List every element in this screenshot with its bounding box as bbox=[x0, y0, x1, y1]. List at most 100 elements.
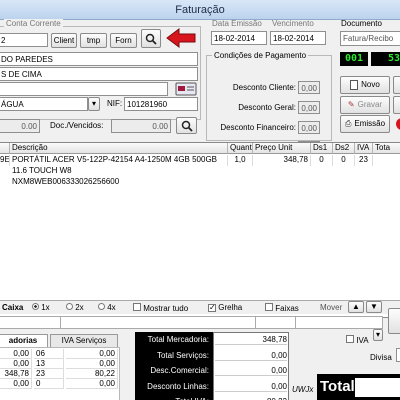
docs-expired-label: Doc./Vencidos: bbox=[50, 121, 104, 130]
zoom-2x-label: 2x bbox=[75, 303, 84, 312]
total-value: 348,78 bbox=[215, 335, 287, 345]
supplier-button[interactable]: Forn bbox=[110, 33, 137, 48]
entry-divider bbox=[60, 316, 61, 329]
radio-icon bbox=[98, 303, 105, 310]
document-series: 001 bbox=[340, 52, 368, 66]
stripes-checkbox[interactable]: Faixas bbox=[265, 303, 299, 313]
vat-cell: 0,00 bbox=[66, 359, 118, 369]
payment-row-label: Desconto Cliente: bbox=[232, 83, 296, 92]
emit-button-label: Emissão bbox=[354, 119, 386, 128]
nif-field[interactable]: 101281960 bbox=[124, 97, 198, 111]
table-cell bbox=[253, 166, 311, 177]
column-header[interactable]: Descrição bbox=[10, 143, 228, 154]
table-cell: 23 bbox=[355, 155, 373, 166]
table-cell bbox=[333, 166, 355, 177]
total-value: 0,00 bbox=[215, 351, 287, 361]
move-up-button[interactable]: ▲ bbox=[348, 301, 364, 313]
title-bar: Faturação bbox=[0, 0, 400, 20]
new-button[interactable]: Novo bbox=[340, 76, 390, 94]
grid-checkbox[interactable]: ✓ Grelha bbox=[208, 303, 242, 312]
show-all-checkbox[interactable]: Mostrar tudo bbox=[133, 303, 188, 313]
grid-label: Grelha bbox=[218, 303, 243, 312]
card-icon[interactable] bbox=[175, 81, 197, 97]
payment-row-value[interactable]: 0,00 bbox=[298, 101, 320, 114]
tmp-button[interactable]: tmp bbox=[80, 33, 107, 48]
column-header[interactable]: IVA bbox=[355, 143, 373, 154]
column-header[interactable]: Preço Unit bbox=[253, 143, 311, 154]
emission-date-field[interactable]: 18-02-2014 bbox=[211, 31, 267, 45]
move-down-button[interactable]: ▼ bbox=[366, 301, 382, 313]
expiry-date-field[interactable]: 18-02-2014 bbox=[270, 31, 326, 45]
emit-button[interactable]: ⎙ Emissão bbox=[340, 115, 390, 133]
total-label: Total Serviços: bbox=[156, 350, 209, 360]
table-cell: NXM8WEB006333026256600 bbox=[12, 177, 120, 186]
column-header[interactable] bbox=[0, 143, 10, 154]
checkbox-icon bbox=[133, 303, 141, 311]
tab-merchandise[interactable]: adorias bbox=[0, 334, 48, 347]
total-label: Total Mercadoria: bbox=[147, 335, 209, 344]
table-cell bbox=[355, 166, 373, 177]
emission-date-label: Data Emissão bbox=[212, 19, 262, 28]
column-header[interactable]: Ds2 bbox=[333, 143, 355, 154]
column-header[interactable]: Tota bbox=[373, 143, 400, 154]
chevron-down-icon[interactable]: ▾ bbox=[373, 329, 383, 341]
line-entry-row[interactable] bbox=[0, 316, 383, 329]
zoom-4x-label: 4x bbox=[107, 303, 116, 312]
client-code-input[interactable]: 2 bbox=[0, 33, 48, 47]
payment-row-value[interactable]: 0,00 bbox=[298, 121, 320, 134]
client-address2-field[interactable] bbox=[0, 82, 168, 96]
currency-label: Divisa bbox=[370, 353, 392, 362]
total-label: Desc.Comercial: bbox=[150, 366, 209, 375]
table-cell: 9E bbox=[0, 155, 10, 166]
client-address-field[interactable]: S DE CIMA bbox=[0, 67, 198, 81]
cancel-icon[interactable] bbox=[393, 117, 400, 131]
currency-field[interactable] bbox=[396, 348, 400, 362]
locality-select[interactable]: ÁGUA bbox=[0, 97, 88, 111]
payment-group-label: Condições de Pagamento bbox=[212, 51, 309, 60]
arrow-up-icon: ▲ bbox=[352, 302, 360, 311]
chevron-down-icon[interactable]: ▾ bbox=[88, 97, 100, 111]
printer-icon: ⎙ bbox=[344, 119, 352, 128]
invoice-window: Conta Corrente 2 Client tmp Forn DO PARE… bbox=[0, 19, 400, 400]
zoom-1x-label: 1x bbox=[41, 303, 50, 312]
locality-value: ÁGUA bbox=[1, 100, 24, 109]
zoom-2x-radio[interactable]: 2x bbox=[66, 303, 84, 312]
document-type-value: Fatura/Recibo bbox=[343, 34, 394, 43]
client-button[interactable]: Client bbox=[51, 33, 77, 48]
iva-checkbox[interactable]: IVA bbox=[346, 335, 369, 345]
side-button[interactable] bbox=[388, 308, 400, 334]
new-document-icon bbox=[350, 79, 359, 90]
vat-cell: 348,78 bbox=[0, 369, 32, 379]
search-client-button[interactable] bbox=[141, 29, 161, 48]
payment-row-value[interactable]: 0,00 bbox=[298, 81, 320, 94]
total-value: 0,00 bbox=[215, 382, 287, 392]
zoom-4x-radio[interactable]: 4x bbox=[98, 303, 116, 312]
vat-cell: 0 bbox=[34, 379, 64, 389]
move-label: Mover bbox=[320, 303, 343, 312]
radio-icon bbox=[66, 303, 73, 310]
vat-cell: 23 bbox=[34, 369, 64, 379]
client-name-field[interactable]: DO PAREDES bbox=[0, 52, 198, 66]
save-button[interactable]: ✎ Gravar bbox=[340, 96, 390, 114]
column-header[interactable]: Ds1 bbox=[311, 143, 333, 154]
save-button-label: Gravar bbox=[357, 100, 383, 109]
table-cell bbox=[311, 177, 333, 188]
expiry-date-label: Vencimento bbox=[272, 19, 314, 28]
zoom-1x-radio[interactable]: 1x bbox=[32, 303, 50, 312]
checkbox-checked-icon: ✓ bbox=[208, 303, 216, 312]
column-header[interactable]: Quant bbox=[228, 143, 253, 154]
search-docs-button[interactable] bbox=[176, 117, 197, 134]
tab-iva-services[interactable]: IVA Serviços bbox=[50, 334, 118, 347]
save-icon: ✎ bbox=[347, 100, 355, 109]
extra-button-1[interactable] bbox=[393, 76, 400, 94]
table-cell: 0 bbox=[333, 155, 355, 166]
arrow-down-icon: ▼ bbox=[370, 302, 378, 311]
back-arrow-icon[interactable] bbox=[165, 28, 199, 48]
vat-cell: 0,00 bbox=[66, 349, 118, 359]
document-type-select[interactable]: Fatura/Recibo bbox=[340, 31, 400, 46]
balance-field: 0.00 bbox=[0, 119, 40, 133]
table-cell bbox=[0, 166, 10, 177]
extra-button-2[interactable] bbox=[393, 96, 400, 114]
table-cell bbox=[228, 166, 253, 177]
checkbox-icon bbox=[346, 335, 354, 343]
